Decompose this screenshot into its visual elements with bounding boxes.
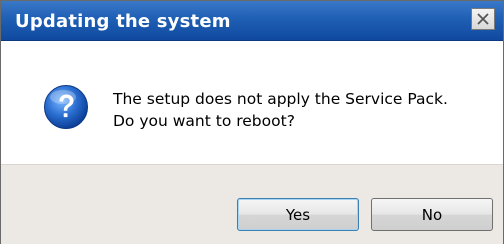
dialog-message: The setup does not apply the Service Pac… [113, 88, 448, 132]
message-line-2: Do you want to reboot? [113, 112, 295, 130]
no-button[interactable]: No [371, 198, 493, 231]
question-icon [44, 85, 88, 129]
dialog-title: Updating the system [15, 11, 231, 32]
title-bar[interactable]: Updating the system [1, 1, 503, 41]
button-bar: Yes No [1, 164, 503, 244]
yes-button[interactable]: Yes [237, 198, 359, 231]
close-button[interactable] [471, 8, 495, 30]
message-dialog: Updating the system The setup does not a… [0, 0, 504, 244]
message-line-1: The setup does not apply the Service Pac… [113, 90, 448, 108]
dialog-content: The setup does not apply the Service Pac… [1, 41, 503, 164]
close-icon [477, 13, 489, 25]
